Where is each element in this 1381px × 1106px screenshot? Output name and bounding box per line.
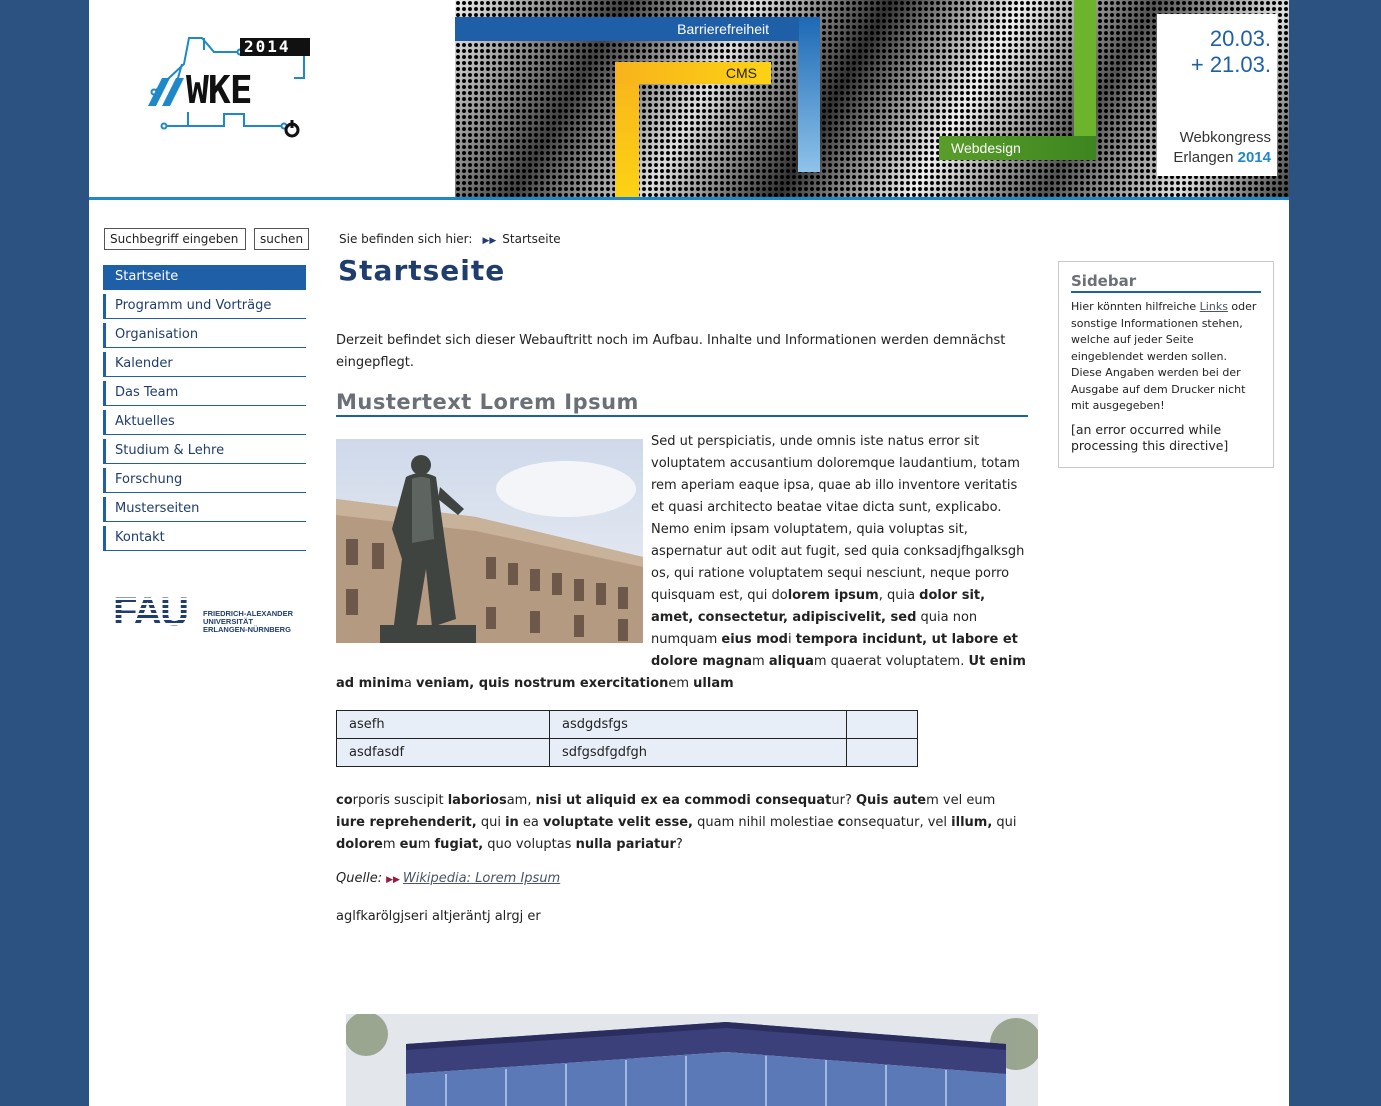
nav-item-aktuelles[interactable]: Aktuelles — [103, 410, 306, 435]
extra-line: aglfkarölgjseri altjeräntj alrgj er — [336, 909, 541, 924]
site-header: 2014 WKE Barrierefreiheit CMS Webdesign … — [89, 0, 1289, 200]
sidebar-box: Sidebar Hier könnten hilfreiche Links od… — [1058, 261, 1274, 468]
table-row: asefh asdgdsfgs — [336, 710, 918, 739]
section-heading: Mustertext Lorem Ipsum — [336, 389, 1028, 417]
nav-item-musterseiten[interactable]: Musterseiten — [103, 497, 306, 522]
nav-item-programm[interactable]: Programm und Vorträge — [103, 294, 306, 319]
page-title: Startseite — [338, 254, 506, 287]
data-table: asefh asdgdsfgs asdfasdf sdfgsdfgdfgh — [336, 710, 918, 767]
nav-item-startseite[interactable]: Startseite — [103, 265, 306, 290]
event-date-box: 20.03. + 21.03. Webkongress Erlangen 201… — [1157, 14, 1277, 176]
sidebar-text-before: Hier könnten hilfreiche — [1071, 300, 1200, 313]
page: 2014 WKE Barrierefreiheit CMS Webdesign … — [89, 0, 1289, 1106]
kongress-year: 2014 — [1237, 149, 1271, 166]
date-line-2: + 21.03. — [1190, 52, 1271, 77]
sidebar-text-after: oder sonstige Informationen stehen, welc… — [1071, 300, 1257, 412]
table-cell: sdfgsdfgdfgh — [549, 738, 847, 767]
logo-year: 2014 — [244, 37, 291, 56]
sidebar-text: Hier könnten hilfreiche Links oder sonst… — [1071, 299, 1261, 415]
breadcrumb: Sie befinden sich hier: ▶▶ Startseite — [339, 232, 561, 246]
breadcrumb-current[interactable]: Startseite — [502, 232, 560, 246]
ribbon-cms: CMS — [615, 62, 771, 84]
photo-spacer — [336, 431, 651, 671]
nav-item-forschung[interactable]: Forschung — [103, 468, 306, 493]
table-row: asdfasdf sdfgsdfgdfgh — [336, 738, 918, 767]
main-navigation: Startseite Programm und Vorträge Organis… — [103, 265, 306, 555]
table-cell: asdfasdf — [336, 738, 550, 767]
table-cell: asdgdsfgs — [549, 710, 847, 739]
double-arrow-icon: ▶▶ — [386, 875, 400, 885]
ribbon-barrierefreiheit-label: Barrierefreiheit — [677, 21, 769, 37]
sidebar-links-link[interactable]: Links — [1200, 300, 1228, 313]
kongress-line-2: Erlangen 2014 — [1173, 148, 1271, 168]
nav-item-kontakt[interactable]: Kontakt — [103, 526, 306, 551]
nav-item-organisation[interactable]: Organisation — [103, 323, 306, 348]
ribbon-cms-label: CMS — [725, 65, 757, 81]
table-cell: asefh — [336, 710, 550, 739]
building-photo-graphic — [346, 1014, 1038, 1106]
intro-text: Derzeit befindet sich dieser Webauftritt… — [336, 333, 1006, 370]
lorem-paragraph: Sed ut perspiciatis, unde omnis iste nat… — [336, 431, 1028, 695]
nav-item-team[interactable]: Das Team — [103, 381, 306, 406]
fau-name: FRIEDRICH-ALEXANDER UNIVERSITÄT ERLANGEN… — [203, 610, 293, 634]
logo-wordmark: WKE — [186, 68, 253, 112]
header-banner: Barrierefreiheit CMS Webdesign 20.03. + … — [455, 0, 1289, 197]
double-arrow-icon: ▶▶ — [482, 236, 497, 246]
search-input[interactable] — [104, 228, 246, 250]
sidebar-title: Sidebar — [1071, 272, 1261, 293]
ribbon-webdesign-label: Webdesign — [951, 140, 1021, 156]
kongress-label: Webkongress Erlangen 2014 — [1173, 128, 1271, 168]
source-label: Quelle: — [336, 871, 383, 886]
ribbon-blue-vertical — [798, 17, 820, 172]
breadcrumb-prefix: Sie befinden sich hier: — [339, 232, 473, 246]
kongress-city: Erlangen — [1173, 149, 1234, 166]
table-cell — [846, 738, 918, 767]
nav-item-kalender[interactable]: Kalender — [103, 352, 306, 377]
kongress-line-1: Webkongress — [1179, 129, 1271, 146]
source-line: Quelle: ▶▶ Wikipedia: Lorem Ipsum — [336, 871, 560, 886]
search-button[interactable]: suchen — [254, 228, 310, 250]
lorem-paragraph-2: corporis suscipit laboriosam, nisi ut al… — [336, 793, 1017, 852]
source-link[interactable]: Wikipedia: Lorem Ipsum — [403, 871, 560, 886]
ribbon-webdesign: Webdesign — [939, 136, 1096, 160]
fau-line-3: ERLANGEN-NÜRNBERG — [203, 625, 291, 634]
date-line-1: 20.03. — [1209, 26, 1271, 51]
ribbon-green-vertical — [1074, 0, 1096, 136]
nav-item-studium[interactable]: Studium & Lehre — [103, 439, 306, 464]
wke-logo[interactable]: 2014 WKE — [144, 34, 314, 140]
sidebar-error: [an error occurred while processing this… — [1071, 421, 1229, 453]
ribbon-barrierefreiheit: Barrierefreiheit — [455, 17, 799, 41]
table-cell — [846, 710, 918, 739]
fau-abbr: FAU — [113, 590, 189, 634]
building-photo — [346, 1014, 1038, 1106]
